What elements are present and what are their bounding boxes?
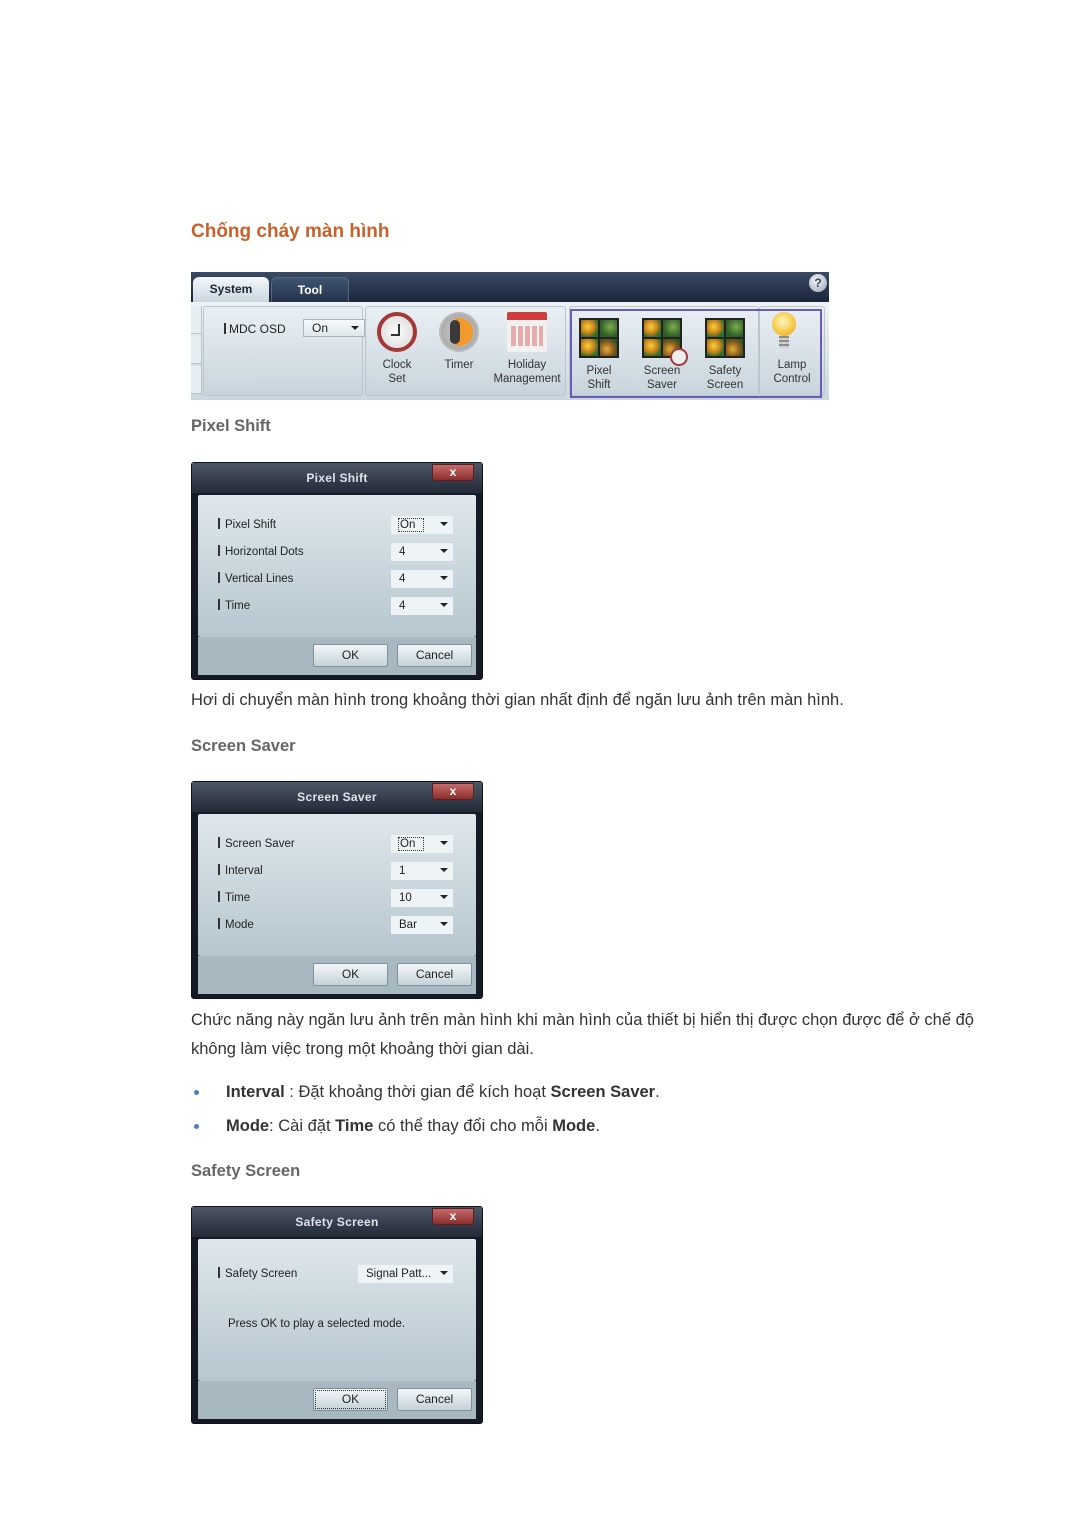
screen-saver-dialog: Screen Saver x Screen Saver On Interval … [191, 781, 483, 999]
chevron-down-icon [440, 922, 448, 926]
tab-tool[interactable]: Tool [271, 277, 349, 302]
bullet-list: Interval : Đặt khoảng thời gian để kích … [191, 1075, 660, 1143]
dialog-titlebar: Safety Screen x [192, 1207, 482, 1237]
dialog-footer: OK Cancel [198, 1381, 476, 1419]
timer-button[interactable]: Timer [429, 308, 489, 392]
tab-system[interactable]: System [193, 277, 269, 302]
help-icon[interactable]: ? [809, 274, 827, 292]
close-button[interactable]: x [432, 464, 474, 481]
time-label: Time [218, 891, 250, 904]
timer-icon [439, 312, 479, 352]
list-item: Mode: Cài đặt Time có thể thay đổi cho m… [191, 1109, 660, 1143]
dialog-body: Pixel Shift On Horizontal Dots 4 Vertica… [198, 495, 476, 637]
dialog-footer: OK Cancel [198, 956, 476, 994]
chevron-down-icon [440, 1271, 448, 1275]
chevron-down-icon [351, 326, 359, 330]
horizontal-dots-label: Horizontal Dots [218, 545, 304, 558]
mdc-osd-group: MDC OSD On [203, 306, 365, 396]
time-select[interactable]: 10 [391, 889, 453, 907]
screen-saver-select[interactable]: On [391, 835, 453, 853]
close-button[interactable]: x [432, 1208, 474, 1225]
pixel-shift-description: Hơi di chuyển màn hình trong khoảng thời… [191, 691, 844, 709]
page-title: Chống cháy màn hình [191, 221, 390, 242]
time-label: Time [218, 599, 250, 612]
section-heading-safety-screen: Safety Screen [191, 1162, 301, 1180]
clock-icon [377, 312, 417, 352]
cancel-button[interactable]: Cancel [397, 963, 472, 986]
chevron-down-icon [440, 868, 448, 872]
highlight-box [570, 309, 822, 398]
chevron-down-icon [440, 603, 448, 607]
side-panel [191, 306, 202, 396]
section-heading-pixel-shift: Pixel Shift [191, 417, 271, 435]
safety-screen-label: Safety Screen [218, 1267, 297, 1280]
mdc-osd-select[interactable]: On [303, 319, 365, 337]
chevron-down-icon [440, 895, 448, 899]
chevron-down-icon [440, 549, 448, 553]
cancel-button[interactable]: Cancel [397, 644, 472, 667]
chevron-down-icon [440, 522, 448, 526]
mdc-osd-label: MDC OSD [224, 322, 286, 336]
interval-label: Interval [218, 864, 263, 877]
holiday-management-button[interactable]: Holiday Management [491, 308, 563, 392]
mdc-toolbar: System Tool ? MDC OSD On Clock Set Timer … [191, 272, 829, 400]
toolbar-body: MDC OSD On Clock Set Timer Holiday Managem… [191, 302, 829, 400]
time-select[interactable]: 4 [391, 597, 453, 615]
close-button[interactable]: x [432, 783, 474, 800]
dialog-body: Safety Screen Signal Patt... Press OK to… [198, 1239, 476, 1381]
calendar-icon [507, 312, 547, 352]
interval-select[interactable]: 1 [391, 862, 453, 880]
horizontal-dots-select[interactable]: 4 [391, 543, 453, 561]
vertical-lines-select[interactable]: 4 [391, 570, 453, 588]
dialog-footer: OK Cancel [198, 637, 476, 675]
ok-button[interactable]: OK [313, 644, 388, 667]
list-item: Interval : Đặt khoảng thời gian để kích … [191, 1075, 660, 1109]
screen-saver-description: Chức năng này ngăn lưu ảnh trên màn hình… [191, 1011, 974, 1058]
pixel-shift-dialog: Pixel Shift x Pixel Shift On Horizontal … [191, 462, 483, 680]
dialog-body: Screen Saver On Interval 1 Time 10 Mode … [198, 814, 476, 956]
pixel-shift-label: Pixel Shift [218, 518, 276, 531]
ok-button[interactable]: OK [313, 963, 388, 986]
safety-screen-dialog: Safety Screen x Safety Screen Signal Pat… [191, 1206, 483, 1424]
vertical-lines-label: Vertical Lines [218, 572, 293, 585]
ok-button[interactable]: OK [313, 1388, 388, 1411]
cancel-button[interactable]: Cancel [397, 1388, 472, 1411]
pixel-shift-select[interactable]: On [391, 516, 453, 534]
section-heading-screen-saver: Screen Saver [191, 737, 296, 755]
mode-select[interactable]: Bar [391, 916, 453, 934]
mode-label: Mode [218, 918, 254, 931]
dialog-message: Press OK to play a selected mode. [228, 1318, 406, 1330]
tab-strip: System Tool ? [191, 272, 829, 302]
clock-set-button[interactable]: Clock Set [367, 308, 427, 392]
dialog-titlebar: Pixel Shift x [192, 463, 482, 493]
safety-screen-select[interactable]: Signal Patt... [358, 1265, 453, 1283]
dialog-titlebar: Screen Saver x [192, 782, 482, 812]
chevron-down-icon [440, 576, 448, 580]
chevron-down-icon [440, 841, 448, 845]
screen-saver-label: Screen Saver [218, 837, 295, 850]
